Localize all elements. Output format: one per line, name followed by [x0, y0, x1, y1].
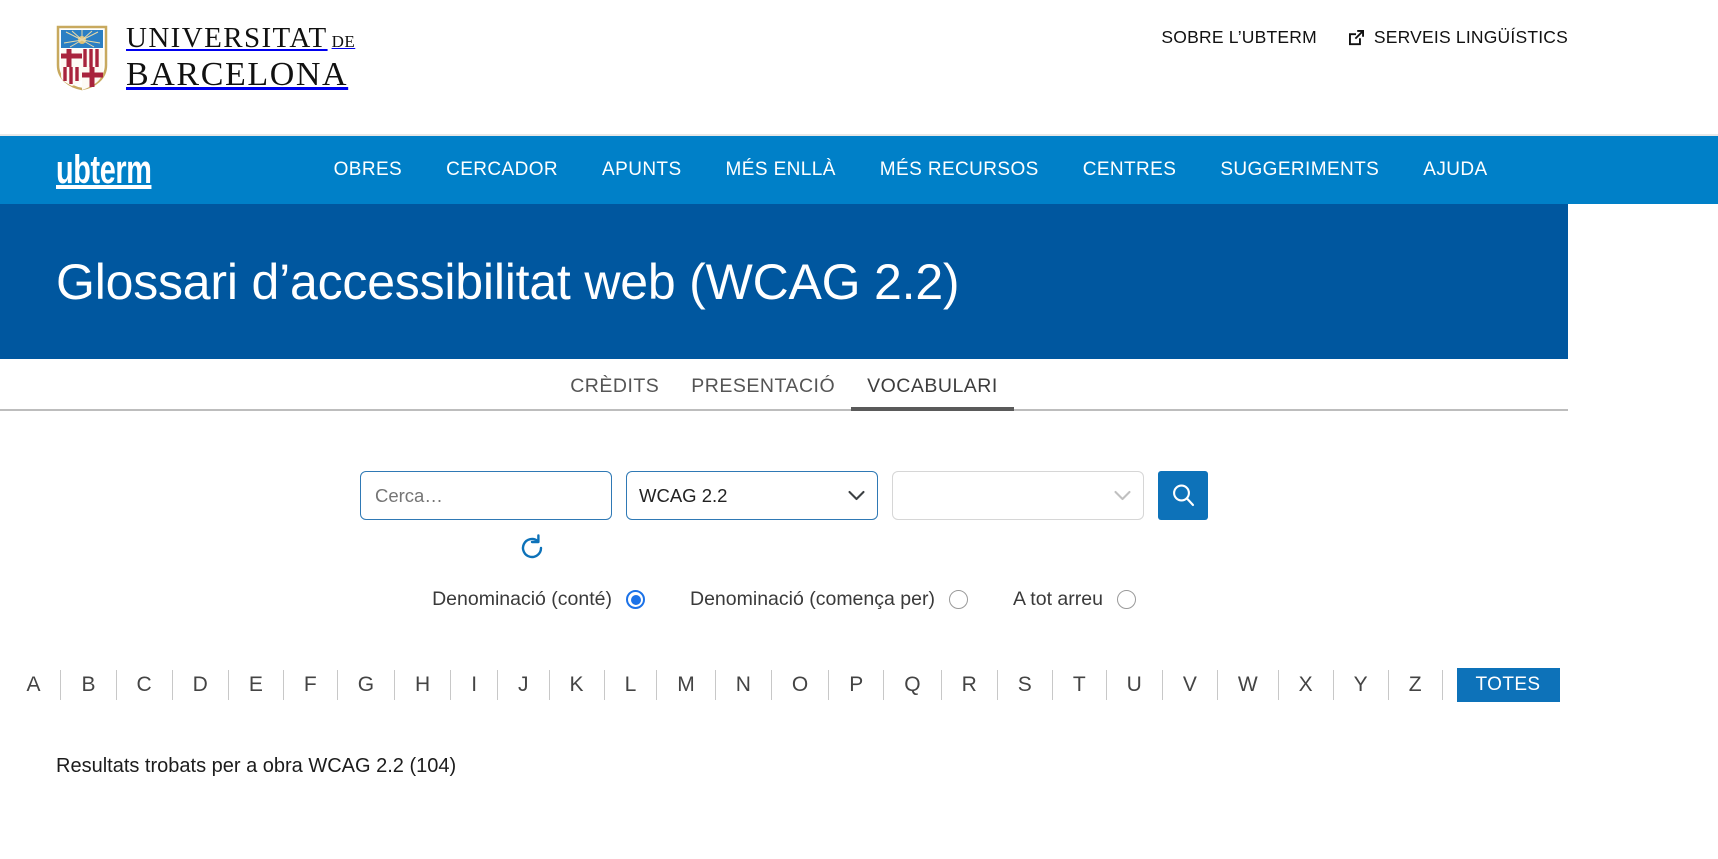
secondary-select-wrapper [892, 471, 1144, 520]
work-select-wrapper: WCAG 2.2 [626, 471, 878, 520]
alpha-all-button[interactable]: TOTES [1456, 668, 1560, 702]
scope-option-label: Denominació (comença per) [690, 588, 935, 610]
tab-credits[interactable]: CRÈDITS [554, 369, 675, 411]
secondary-select[interactable] [892, 471, 1144, 520]
tab-vocabulari[interactable]: VOCABULARI [851, 369, 1014, 411]
nav-item-cercador[interactable]: CERCADOR [446, 159, 558, 181]
search-section: WCAG 2.2 [0, 411, 1568, 611]
alpha-f[interactable]: F [284, 670, 338, 700]
alphabet-filter: A B C D E F G H I J K L M N O P Q R S T … [0, 668, 1568, 702]
scope-radio-group: Denominació (conté) Denominació (comença… [0, 588, 1568, 611]
top-link-label: SOBRE L’UBTERM [1161, 27, 1317, 47]
work-select[interactable]: WCAG 2.2 [626, 471, 878, 520]
ub-wordmark: UNIVERSITAT DE BARCELONA [126, 24, 355, 92]
nav-item-mes-recursos[interactable]: MÉS RECURSOS [880, 159, 1039, 181]
page-root: UNIVERSITAT DE BARCELONA SOBRE L’UBTERM S… [0, 0, 1718, 859]
search-icon [1172, 484, 1194, 507]
nav-item-centres[interactable]: CENTRES [1083, 159, 1177, 181]
alpha-h[interactable]: H [395, 670, 452, 700]
nav-item-apunts[interactable]: APUNTS [602, 159, 681, 181]
alpha-b[interactable]: B [61, 670, 117, 700]
university-line2: BARCELONA [126, 56, 349, 93]
top-link-label: SERVEIS LINGÜÍSTICS [1373, 27, 1568, 47]
alpha-r[interactable]: R [942, 670, 998, 700]
alpha-q[interactable]: Q [884, 670, 942, 700]
scope-option-comenca-per[interactable]: Denominació (comença per) [690, 588, 968, 611]
alpha-v[interactable]: V [1163, 670, 1218, 700]
nav-item-ajuda[interactable]: AJUDA [1423, 159, 1487, 181]
alpha-m[interactable]: M [657, 670, 716, 700]
scope-radio-comenca-per[interactable] [948, 590, 968, 609]
nav-item-mes-enlla[interactable]: MÉS ENLLÀ [726, 159, 836, 181]
utility-nav: SOBRE L’UBTERM SERVEIS LINGÜÍSTICS [1161, 27, 1568, 48]
ubterm-brand-logo[interactable]: ubterm [56, 150, 152, 190]
site-header: UNIVERSITAT DE BARCELONA SOBRE L’UBTERM S… [0, 0, 1718, 136]
nav-item-suggeriments[interactable]: SUGGERIMENTS [1220, 159, 1379, 181]
alpha-z[interactable]: Z [1389, 670, 1443, 700]
scope-option-conte[interactable]: Denominació (conté) [432, 588, 645, 611]
page-title-banner: Glossari d’accessibilitat web (WCAG 2.2) [0, 204, 1568, 359]
alpha-y[interactable]: Y [1334, 670, 1389, 700]
external-link-icon [1348, 30, 1364, 46]
alpha-t[interactable]: T [1053, 670, 1107, 700]
alpha-o[interactable]: O [772, 670, 830, 700]
alpha-j[interactable]: J [498, 670, 550, 700]
search-controls-row: WCAG 2.2 [0, 471, 1568, 520]
results-count-text: Resultats trobats per a obra WCAG 2.2 (1… [56, 755, 457, 777]
scope-option-a-tot-arreu[interactable]: A tot arreu [1013, 588, 1136, 611]
reset-row [0, 530, 1063, 566]
scope-radio-conte[interactable] [626, 590, 645, 609]
ub-logo[interactable]: UNIVERSITAT DE BARCELONA [56, 24, 355, 92]
alpha-k[interactable]: K [550, 670, 605, 700]
alpha-c[interactable]: C [117, 670, 173, 700]
ub-crest-icon [56, 25, 108, 91]
alpha-a[interactable]: A [8, 670, 62, 700]
reset-button[interactable] [514, 530, 550, 566]
tab-bar: CRÈDITS PRESENTACIÓ VOCABULARI [0, 359, 1568, 411]
scope-option-label: A tot arreu [1012, 588, 1103, 610]
alpha-w[interactable]: W [1218, 670, 1279, 700]
alpha-u[interactable]: U [1107, 670, 1163, 700]
search-input[interactable] [360, 471, 612, 520]
tab-presentacio[interactable]: PRESENTACIÓ [675, 369, 851, 411]
scope-radio-a-tot-arreu[interactable] [1116, 590, 1136, 609]
top-link-sobre-ubterm[interactable]: SOBRE L’UBTERM [1161, 27, 1316, 48]
refresh-icon [521, 534, 542, 559]
university-line1-suffix: DE [331, 32, 356, 51]
alpha-e[interactable]: E [229, 670, 284, 700]
scope-option-label: Denominació (conté) [432, 588, 612, 610]
nav-item-list: OBRES CERCADOR APUNTS MÉS ENLLÀ MÉS RECU… [334, 159, 1488, 181]
alpha-d[interactable]: D [173, 670, 229, 700]
search-button[interactable] [1158, 471, 1208, 520]
university-line1: UNIVERSITAT [126, 22, 328, 54]
alpha-g[interactable]: G [338, 670, 396, 700]
alpha-x[interactable]: X [1279, 670, 1334, 700]
page-title: Glossari d’accessibilitat web (WCAG 2.2) [56, 253, 960, 310]
top-link-serveis-linguistics[interactable]: SERVEIS LINGÜÍSTICS [1347, 27, 1568, 48]
main-navigation: ubterm OBRES CERCADOR APUNTS MÉS ENLLÀ M… [0, 136, 1718, 204]
alpha-s[interactable]: S [998, 670, 1053, 700]
nav-item-obres[interactable]: OBRES [334, 159, 403, 181]
alpha-l[interactable]: L [605, 670, 658, 700]
alpha-n[interactable]: N [716, 670, 772, 700]
alpha-p[interactable]: P [829, 670, 885, 700]
alpha-i[interactable]: I [451, 670, 499, 700]
